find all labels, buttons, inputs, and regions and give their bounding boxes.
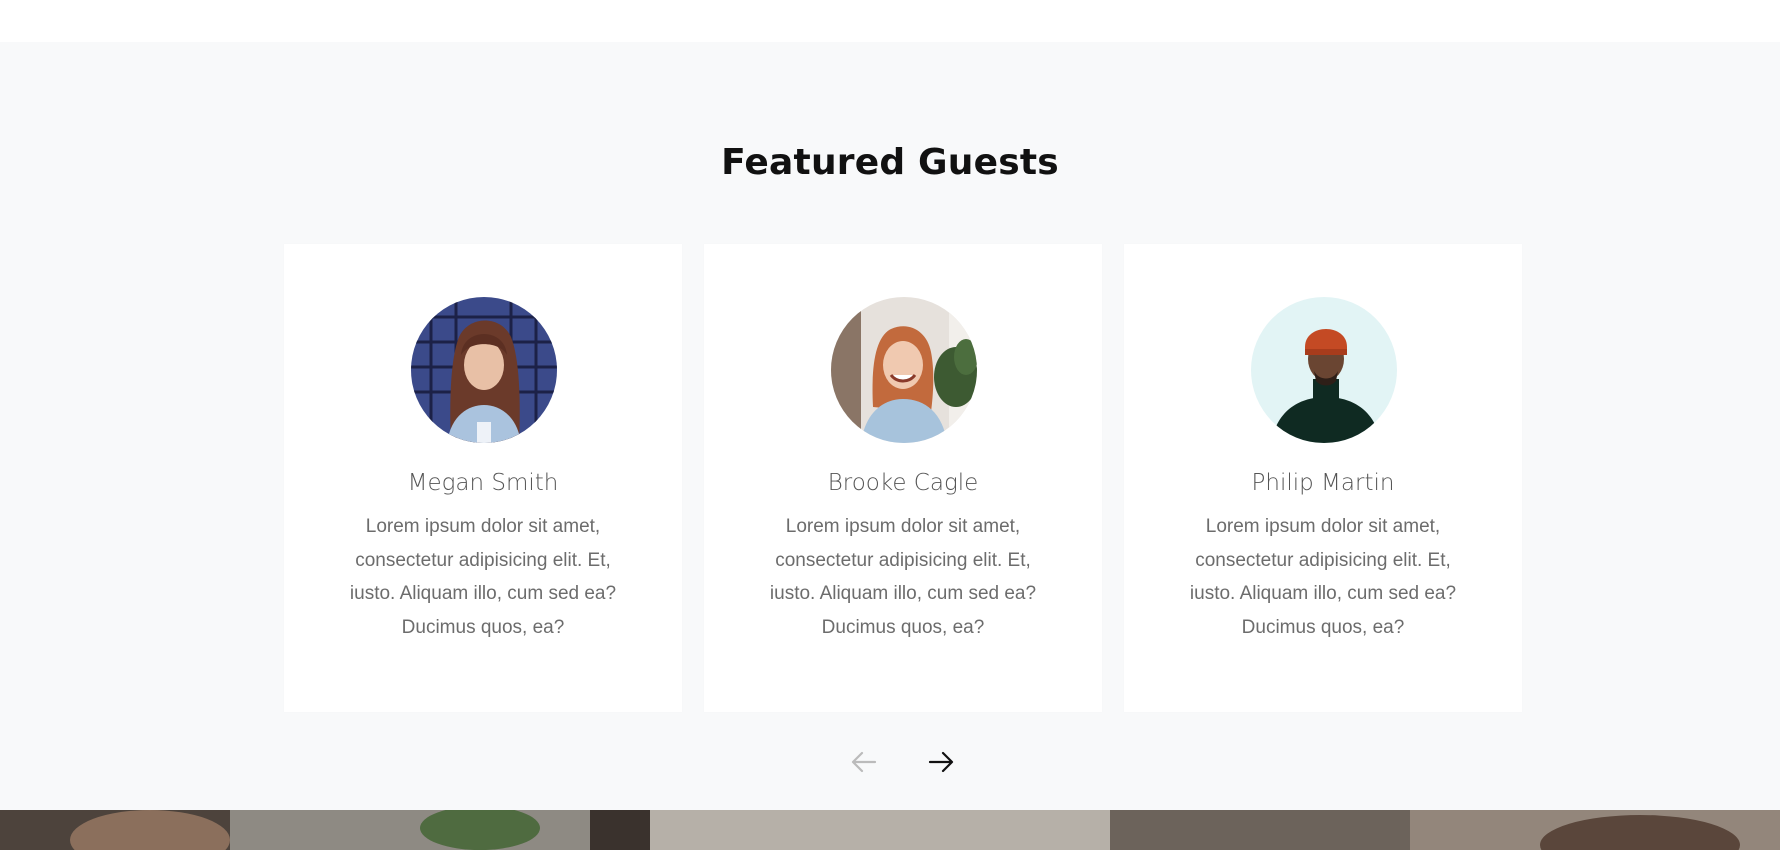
guest-name: Brooke Cagle [827, 470, 979, 496]
guest-bio: Lorem ipsum dolor sit amet, consectetur … [1189, 516, 1457, 638]
avatar-photo [411, 297, 557, 443]
guest-bio: Lorem ipsum dolor sit amet, consectetur … [769, 516, 1037, 638]
guest-bio: Lorem ipsum dolor sit amet, consectetur … [349, 516, 617, 638]
arrow-right-icon [928, 751, 954, 773]
top-strip [0, 0, 1780, 42]
guest-card: Brooke Cagle Lorem ipsum dolor sit amet,… [704, 244, 1102, 712]
carousel-next-button[interactable] [921, 742, 961, 782]
section-title: Featured Guests [721, 142, 1059, 183]
guest-card: Philip Martin Lorem ipsum dolor sit amet… [1124, 244, 1522, 712]
guest-card: Megan Smith Lorem ipsum dolor sit amet, … [284, 244, 682, 712]
carousel-prev-button[interactable] [844, 742, 884, 782]
guest-name: Megan Smith [407, 470, 559, 496]
guest-avatar [831, 297, 977, 443]
bottom-banner-image [0, 810, 1780, 850]
featured-guests-section: Featured Guests Megan Smith Lorem ipsum … [0, 42, 1780, 810]
avatar-photo [1251, 297, 1397, 443]
guest-avatar [411, 297, 557, 443]
carousel-controls [0, 742, 1780, 782]
guest-avatar [1251, 297, 1397, 443]
banner-photo [0, 810, 1780, 850]
arrow-left-icon [851, 751, 877, 773]
avatar-photo [831, 297, 977, 443]
guest-name: Philip Martin [1251, 470, 1395, 496]
